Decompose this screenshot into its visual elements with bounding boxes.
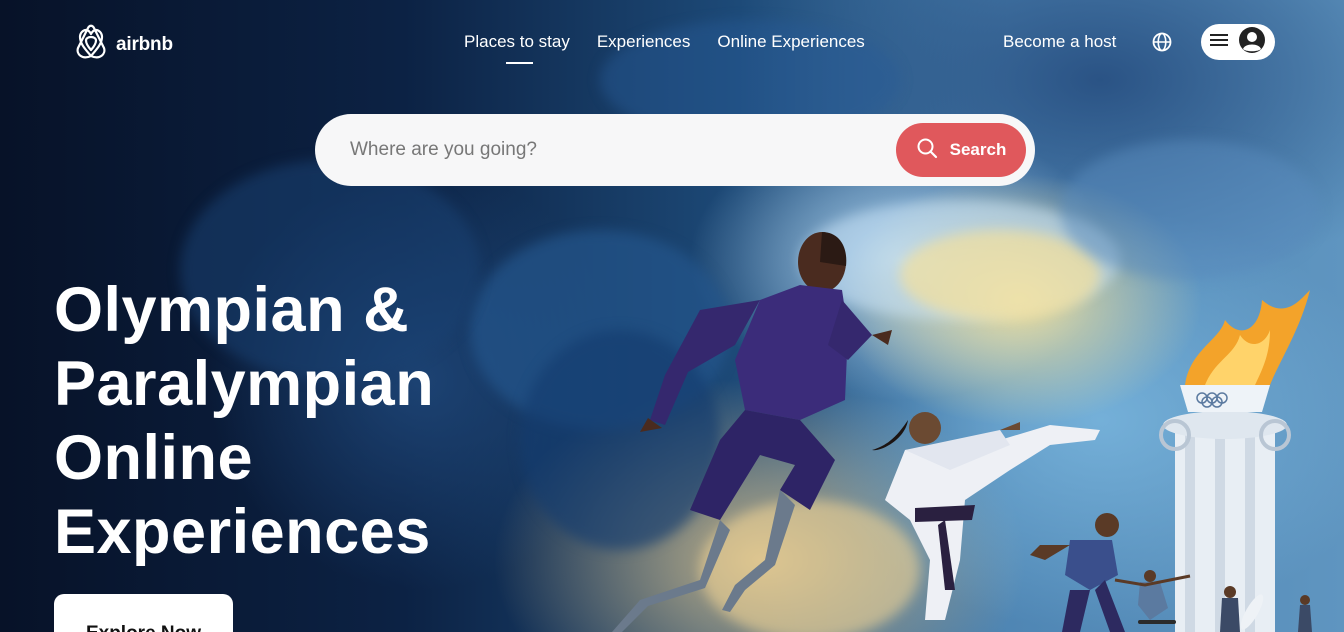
torch-column: [1159, 290, 1310, 632]
search-input[interactable]: [350, 132, 880, 168]
brand-name: airbnb: [116, 33, 173, 55]
become-a-host-link[interactable]: Become a host: [1003, 32, 1116, 52]
nav-item-online-experiences[interactable]: Online Experiences: [717, 32, 864, 52]
headline-line: Paralympian: [54, 349, 435, 419]
search-bar: Search: [315, 114, 1035, 186]
globe-icon[interactable]: [1151, 31, 1173, 53]
user-profile-icon: [1238, 26, 1266, 59]
search-icon: [916, 137, 938, 164]
climber-figure: [1298, 595, 1312, 632]
nav-item-places-to-stay[interactable]: Places to stay: [464, 32, 570, 64]
explore-now-button[interactable]: Explore Now: [54, 594, 233, 632]
top-navigation-bar: airbnb Places to stay Experiences Online…: [0, 0, 1344, 84]
nav-item-experiences[interactable]: Experiences: [597, 32, 691, 52]
search-button-label: Search: [949, 140, 1007, 159]
airbnb-belo-icon: [74, 24, 108, 65]
hero-headline: Olympian & Paralympian Online Experience…: [54, 273, 574, 569]
primary-nav: Places to stay Experiences Online Experi…: [464, 32, 865, 64]
user-menu-button[interactable]: [1201, 24, 1275, 60]
hamburger-menu-icon: [1210, 33, 1228, 52]
headline-line: Experiences: [54, 497, 431, 567]
headline-line: Online: [54, 423, 254, 493]
karate-figure: [872, 412, 1100, 620]
search-button[interactable]: Search: [896, 123, 1026, 177]
sprinter-figure: [1030, 513, 1125, 632]
runner-figure: [612, 232, 892, 632]
headline-line: Olympian &: [54, 275, 410, 345]
brand-logo[interactable]: airbnb: [74, 24, 173, 65]
